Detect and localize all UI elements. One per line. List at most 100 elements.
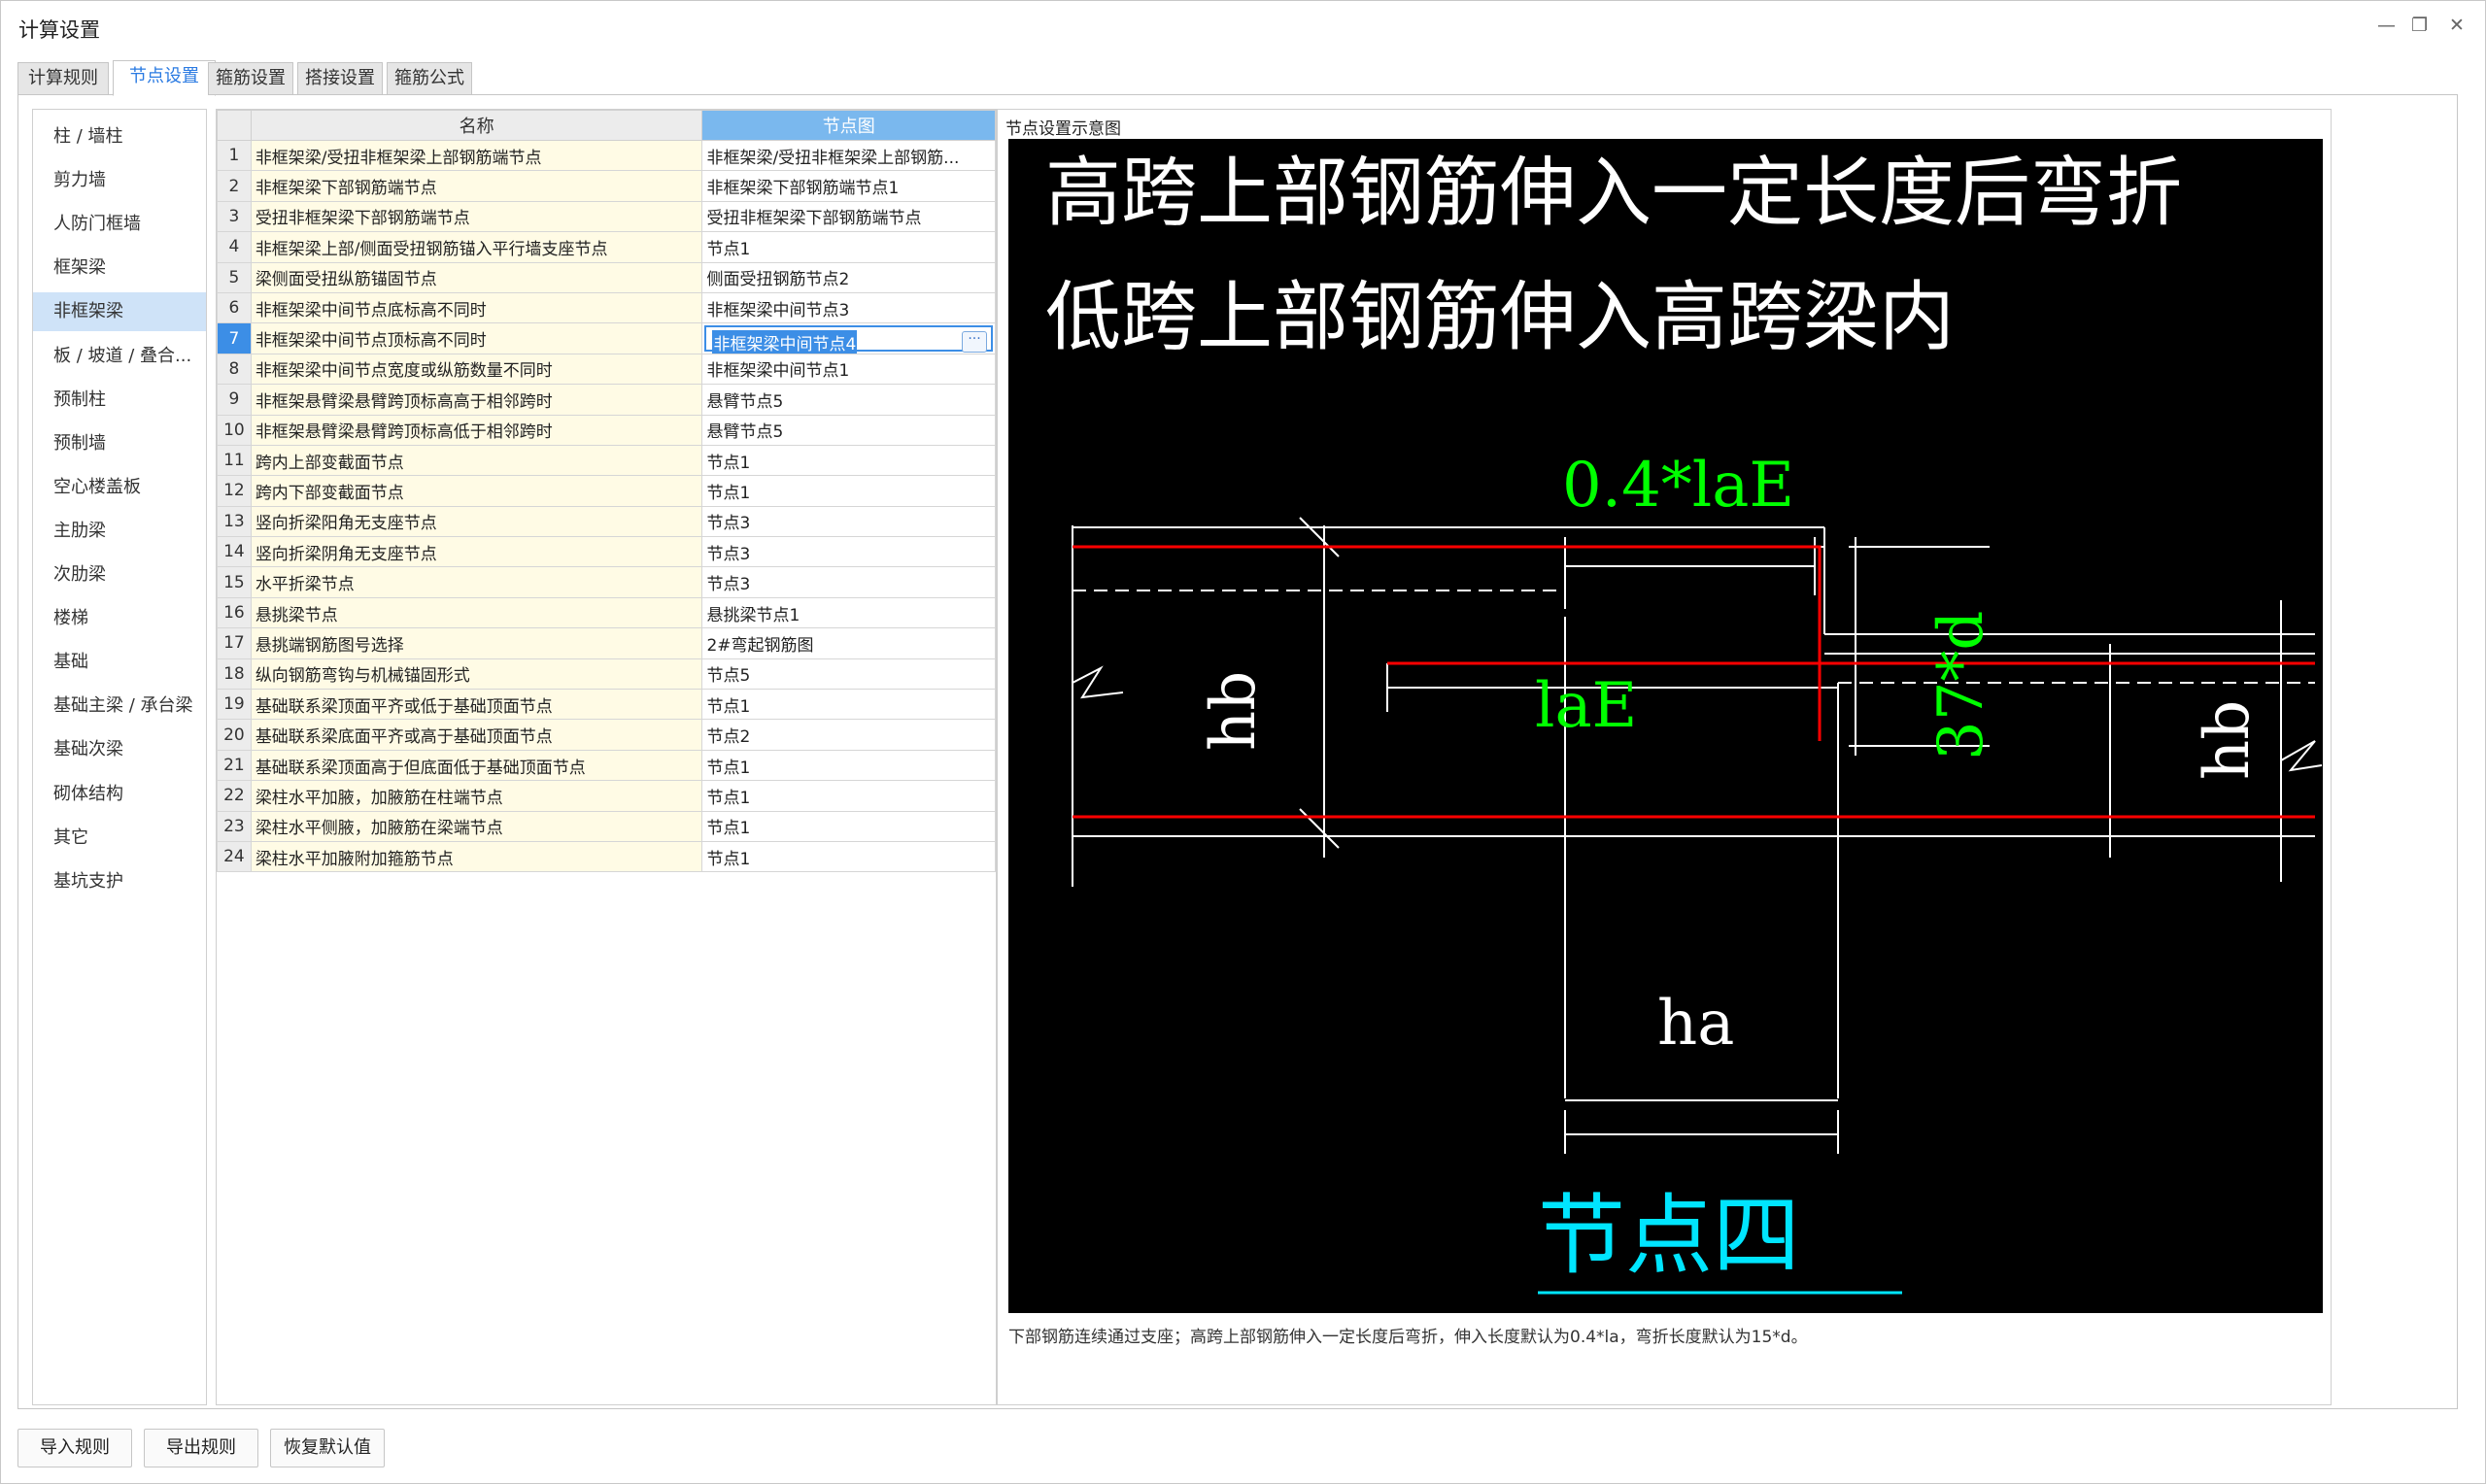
row-number[interactable]: 15 [217, 566, 252, 598]
tab-stirrup-formula[interactable]: 箍筋公式 [387, 62, 472, 95]
node-value-editor[interactable]: 非框架梁中间节点4 ··· [704, 325, 993, 354]
node-value-cell[interactable]: 节点1 [701, 810, 996, 842]
restore-icon[interactable]: ❐ [2411, 15, 2428, 36]
row-number[interactable]: 24 [217, 840, 252, 873]
node-value-text[interactable]: 非框架梁中间节点4 [712, 330, 858, 354]
node-value-cell[interactable]: 非框架梁下部钢筋端节点1 [701, 170, 996, 202]
node-value-cell[interactable]: 节点3 [701, 536, 996, 568]
name-column-header[interactable]: 名称 [250, 110, 703, 141]
table-row[interactable]: 4 非框架梁上部/侧面受扭钢筋锚入平行墙支座节点 节点1 [217, 231, 996, 263]
node-value-cell[interactable]: 2#弯起钢筋图 [701, 627, 996, 659]
table-row[interactable]: 13 竖向折梁阳角无支座节点 节点3 [217, 505, 996, 538]
sidebar-item[interactable]: 框架梁 [33, 249, 206, 287]
row-number[interactable]: 5 [217, 261, 252, 293]
row-number[interactable]: 14 [217, 536, 252, 568]
sidebar-item[interactable]: 人防门框墙 [33, 205, 206, 244]
table-row[interactable]: 3 受扭非框架梁下部钢筋端节点 受扭非框架梁下部钢筋端节点 [217, 200, 996, 233]
node-value-cell[interactable]: 节点1 [701, 840, 996, 873]
node-value-cell[interactable]: 节点5 [701, 658, 996, 691]
node-value-cell[interactable]: 节点1 [701, 475, 996, 507]
node-value-cell[interactable]: 节点3 [701, 566, 996, 598]
setting-name-cell[interactable]: 基础联系梁顶面平齐或低于基础顶面节点 [250, 689, 703, 721]
setting-name-cell[interactable]: 竖向折梁阴角无支座节点 [250, 536, 703, 568]
setting-name-cell[interactable]: 非框架梁中间节点顶标高不同时 [250, 322, 703, 354]
row-number[interactable]: 8 [217, 353, 252, 386]
table-row[interactable]: 18 纵向钢筋弯钩与机械锚固形式 节点5 [217, 658, 996, 691]
more-options-icon[interactable]: ··· [962, 331, 987, 354]
node-value-cell[interactable]: 节点3 [701, 505, 996, 538]
setting-name-cell[interactable]: 非框架悬臂梁悬臂跨顶标高低于相邻跨时 [250, 414, 703, 446]
row-number[interactable]: 20 [217, 719, 252, 751]
sidebar-item[interactable]: 板 / 坡道 / 叠合... [33, 337, 206, 376]
setting-name-cell[interactable]: 竖向折梁阳角无支座节点 [250, 505, 703, 538]
node-value-cell[interactable]: 节点1 [701, 444, 996, 477]
table-row[interactable]: 2 非框架梁下部钢筋端节点 非框架梁下部钢筋端节点1 [217, 170, 996, 202]
node-value-cell[interactable]: 悬臂节点5 [701, 384, 996, 416]
table-row[interactable]: 19 基础联系梁顶面平齐或低于基础顶面节点 节点1 [217, 689, 996, 721]
sidebar-item[interactable]: 基础 [33, 643, 206, 682]
node-value-cell[interactable]: 非框架梁/受扭非框架梁上部钢筋... [701, 139, 996, 172]
node-value-cell[interactable]: 悬挑梁节点1 [701, 596, 996, 629]
sidebar-item[interactable]: 楼梯 [33, 599, 206, 638]
node-value-cell[interactable]: 节点1 [701, 231, 996, 263]
table-row[interactable]: 20 基础联系梁底面平齐或高于基础顶面节点 节点2 [217, 719, 996, 751]
sidebar-item[interactable]: 非框架梁 [33, 292, 206, 332]
node-column-header[interactable]: 节点图 [701, 110, 996, 141]
setting-name-cell[interactable]: 非框架梁上部/侧面受扭钢筋锚入平行墙支座节点 [250, 231, 703, 263]
table-row[interactable]: 23 梁柱水平侧腋，加腋筋在梁端节点 节点1 [217, 810, 996, 842]
table-row[interactable]: 6 非框架梁中间节点底标高不同时 非框架梁中间节点3 [217, 291, 996, 324]
tab-node-settings[interactable]: 节点设置 [113, 60, 216, 96]
row-number[interactable]: 10 [217, 414, 252, 446]
node-value-cell[interactable]: 受扭非框架梁下部钢筋端节点 [701, 200, 996, 233]
setting-name-cell[interactable]: 纵向钢筋弯钩与机械锚固形式 [250, 658, 703, 691]
setting-name-cell[interactable]: 非框架悬臂梁悬臂跨顶标高高于相邻跨时 [250, 384, 703, 416]
sidebar-item[interactable]: 基坑支护 [33, 862, 206, 901]
table-row[interactable]: 21 基础联系梁顶面高于但底面低于基础顶面节点 节点1 [217, 749, 996, 782]
setting-name-cell[interactable]: 非框架梁中间节点底标高不同时 [250, 291, 703, 324]
row-number[interactable]: 21 [217, 749, 252, 782]
setting-name-cell[interactable]: 悬挑端钢筋图号选择 [250, 627, 703, 659]
node-value-cell[interactable]: 侧面受扭钢筋节点2 [701, 261, 996, 293]
row-number[interactable]: 3 [217, 200, 252, 233]
row-number[interactable]: 22 [217, 780, 252, 812]
sidebar-item[interactable]: 基础次梁 [33, 730, 206, 769]
node-value-cell[interactable]: 非框架梁中间节点1 [701, 353, 996, 386]
node-value-cell[interactable]: 节点2 [701, 719, 996, 751]
import-rules-button[interactable]: 导入规则 [17, 1429, 132, 1467]
row-number[interactable]: 17 [217, 627, 252, 659]
table-row[interactable]: 7 非框架梁中间节点顶标高不同时 非框架梁中间节点4 ··· [217, 322, 996, 354]
restore-defaults-button[interactable]: 恢复默认值 [270, 1429, 385, 1467]
table-row[interactable]: 16 悬挑梁节点 悬挑梁节点1 [217, 596, 996, 629]
row-number[interactable]: 13 [217, 505, 252, 538]
row-number[interactable]: 7 [217, 322, 252, 354]
sidebar-item[interactable]: 次肋梁 [33, 556, 206, 594]
table-row[interactable]: 10 非框架悬臂梁悬臂跨顶标高低于相邻跨时 悬臂节点5 [217, 414, 996, 446]
sidebar-item[interactable]: 主肋梁 [33, 512, 206, 551]
table-row[interactable]: 8 非框架梁中间节点宽度或纵筋数量不同时 非框架梁中间节点1 [217, 353, 996, 386]
setting-name-cell[interactable]: 梁柱水平加腋，加腋筋在柱端节点 [250, 780, 703, 812]
node-value-cell[interactable]: 节点1 [701, 749, 996, 782]
row-number[interactable]: 4 [217, 231, 252, 263]
table-row[interactable]: 1 非框架梁/受扭非框架梁上部钢筋端节点 非框架梁/受扭非框架梁上部钢筋... [217, 139, 996, 172]
row-number[interactable]: 6 [217, 291, 252, 324]
table-row[interactable]: 24 梁柱水平加腋附加箍筋节点 节点1 [217, 840, 996, 873]
close-icon[interactable]: ✕ [2449, 15, 2465, 36]
sidebar-item[interactable]: 预制墙 [33, 424, 206, 463]
table-row[interactable]: 15 水平折梁节点 节点3 [217, 566, 996, 598]
tab-calc-rules[interactable]: 计算规则 [17, 62, 109, 95]
table-row[interactable]: 9 非框架悬臂梁悬臂跨顶标高高于相邻跨时 悬臂节点5 [217, 384, 996, 416]
row-number[interactable]: 11 [217, 444, 252, 477]
setting-name-cell[interactable]: 基础联系梁底面平齐或高于基础顶面节点 [250, 719, 703, 751]
sidebar-item[interactable]: 柱 / 墙柱 [33, 118, 206, 156]
table-row[interactable]: 11 跨内上部变截面节点 节点1 [217, 444, 996, 477]
node-value-cell[interactable]: 悬臂节点5 [701, 414, 996, 446]
setting-name-cell[interactable]: 非框架梁下部钢筋端节点 [250, 170, 703, 202]
setting-name-cell[interactable]: 基础联系梁顶面高于但底面低于基础顶面节点 [250, 749, 703, 782]
setting-name-cell[interactable]: 水平折梁节点 [250, 566, 703, 598]
setting-name-cell[interactable]: 梁柱水平侧腋，加腋筋在梁端节点 [250, 810, 703, 842]
setting-name-cell[interactable]: 受扭非框架梁下部钢筋端节点 [250, 200, 703, 233]
sidebar-item[interactable]: 砌体结构 [33, 775, 206, 814]
row-number[interactable]: 12 [217, 475, 252, 507]
setting-name-cell[interactable]: 非框架梁/受扭非框架梁上部钢筋端节点 [250, 139, 703, 172]
table-row[interactable]: 14 竖向折梁阴角无支座节点 节点3 [217, 536, 996, 568]
